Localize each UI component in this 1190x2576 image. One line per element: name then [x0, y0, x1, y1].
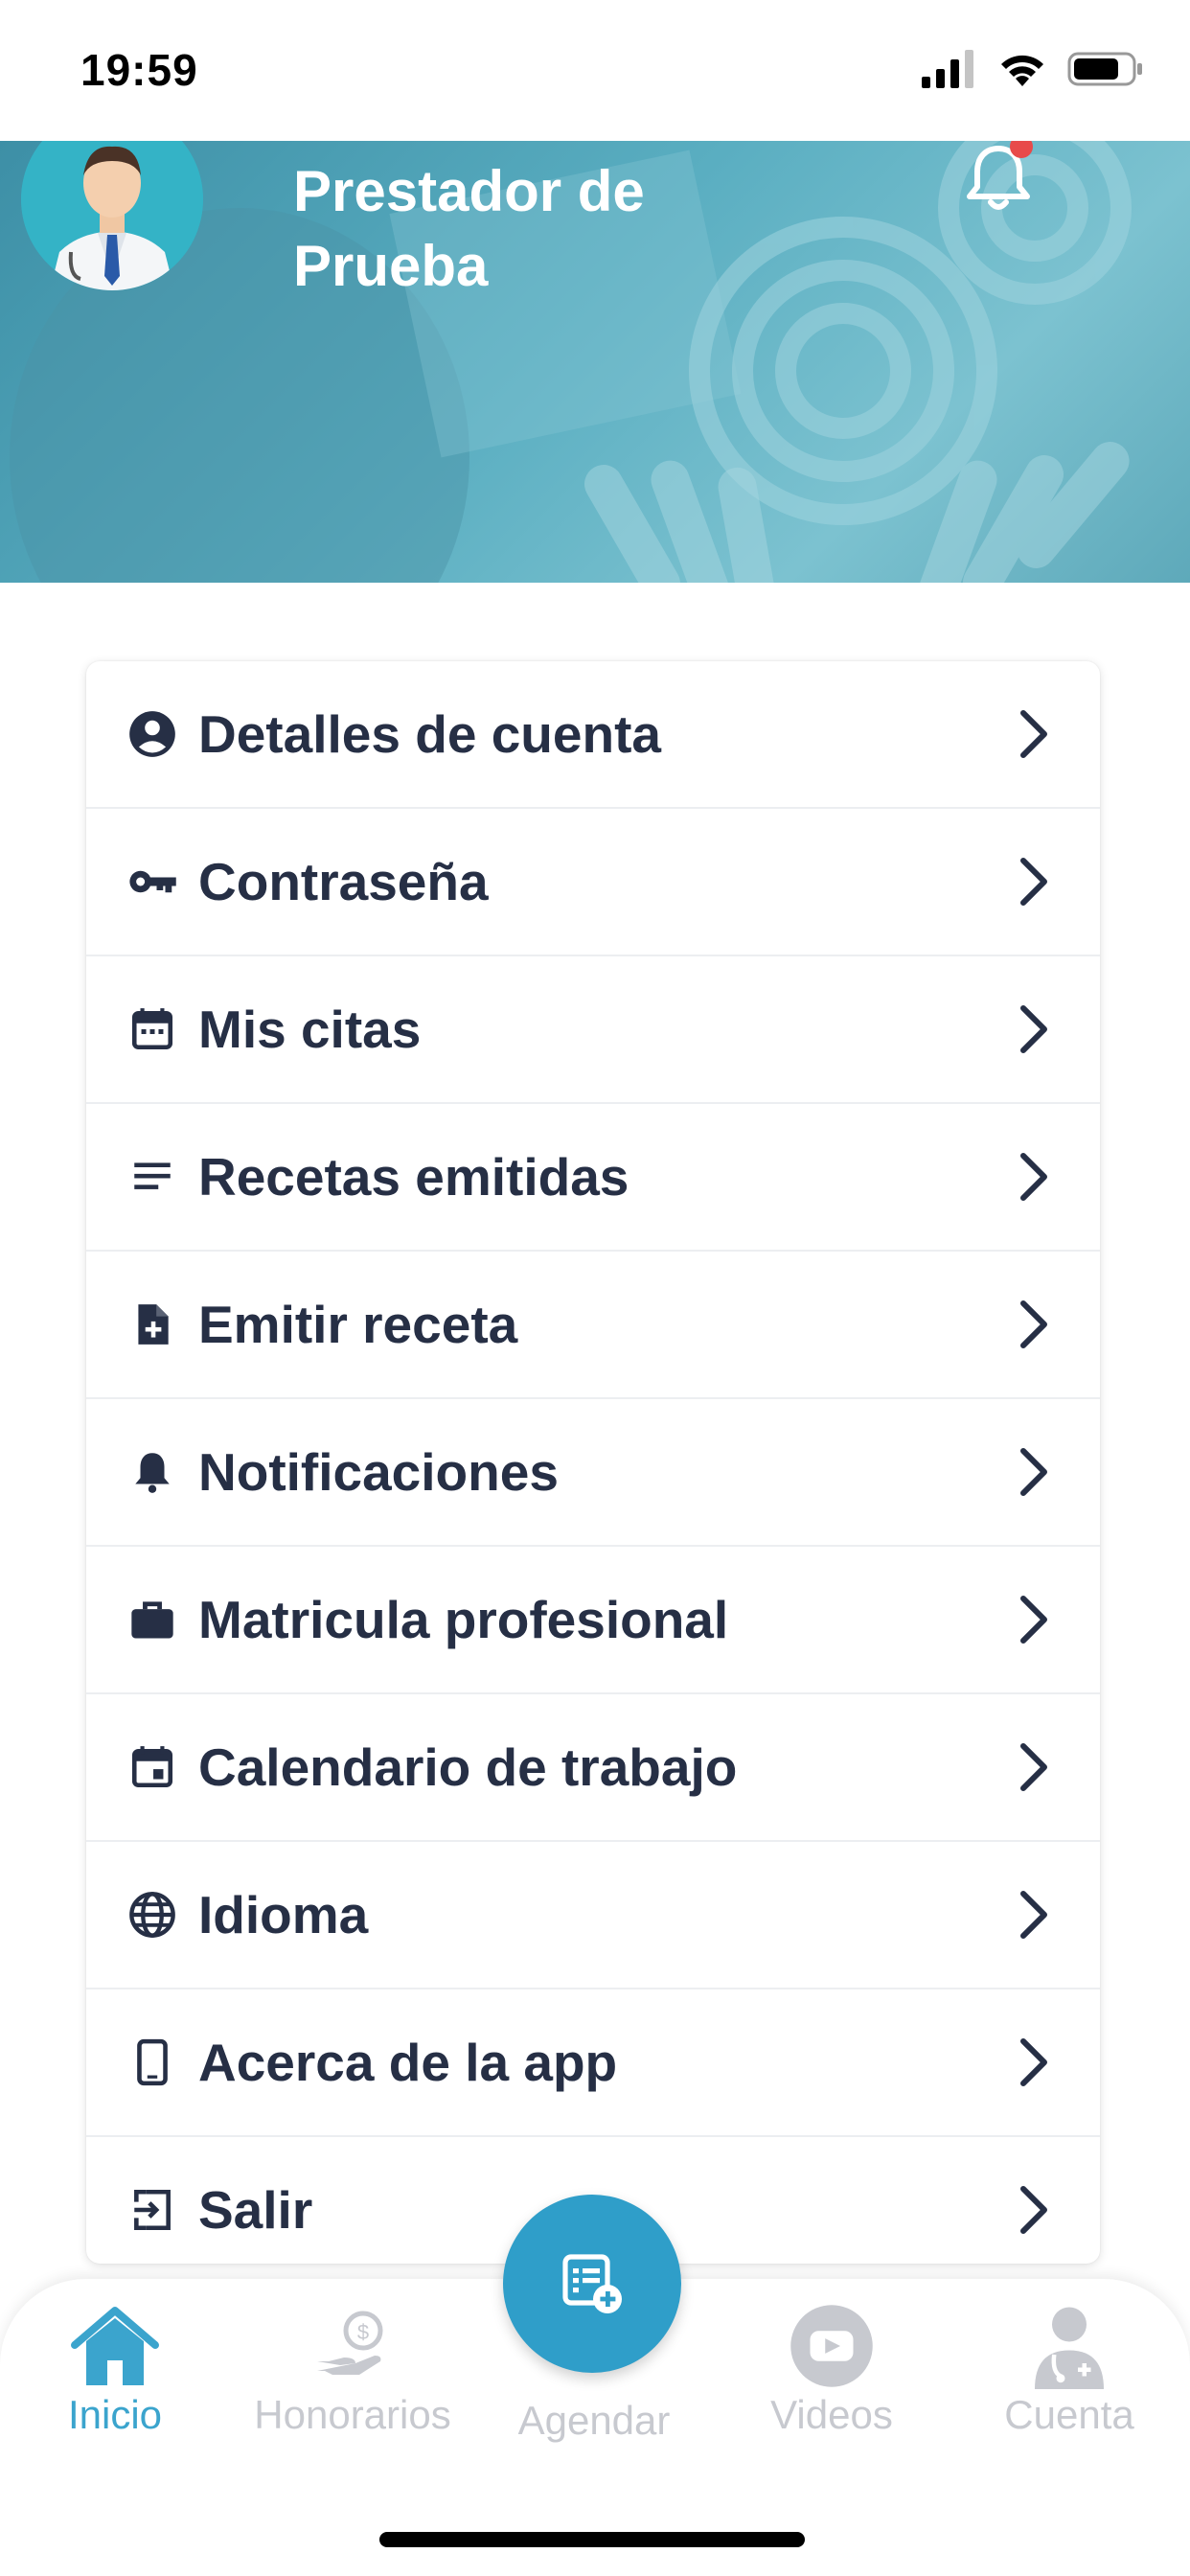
svg-text:$: $: [357, 2320, 369, 2344]
status-icons: [922, 50, 1144, 88]
wifi-icon: [1001, 55, 1043, 86]
schedule-add-icon: [562, 2254, 622, 2313]
chevron-right-icon: [1020, 858, 1047, 906]
nav-item-videos[interactable]: Videos: [717, 2279, 947, 2471]
menu-item-password[interactable]: Contraseña: [86, 809, 1100, 956]
home-indicator: [379, 2532, 805, 2547]
lines-icon: [126, 1151, 178, 1203]
briefcase-icon: [126, 1594, 178, 1645]
chevron-right-icon: [1020, 1300, 1047, 1348]
account-menu: Detalles de cuenta Contraseña Mis citas …: [86, 661, 1100, 2264]
key-icon: [126, 856, 178, 908]
menu-item-label: Idioma: [198, 1885, 369, 1944]
status-time: 19:59: [80, 45, 198, 95]
chevron-right-icon: [1020, 1448, 1047, 1496]
menu-item-issue-prescription[interactable]: Emitir receta: [86, 1252, 1100, 1399]
nav-item-home[interactable]: Inicio: [0, 2279, 230, 2471]
play-icon: [779, 2298, 884, 2394]
signal-icon: [922, 50, 973, 88]
chevron-right-icon: [1020, 1153, 1047, 1201]
schedule-fab-button[interactable]: [503, 2195, 681, 2373]
account-circle-icon: [126, 708, 178, 760]
chevron-right-icon: [1020, 1005, 1047, 1053]
battery-icon: [1067, 52, 1142, 86]
menu-item-notifications[interactable]: Notificaciones: [86, 1399, 1100, 1547]
menu-item-language[interactable]: Idioma: [86, 1842, 1100, 1990]
menu-item-professional-license[interactable]: Matricula profesional: [86, 1547, 1100, 1694]
nav-item-account[interactable]: Cuenta: [954, 2279, 1184, 2471]
menu-item-label: Detalles de cuenta: [198, 704, 661, 764]
menu-item-label: Contraseña: [198, 852, 489, 911]
chevron-right-icon: [1020, 2186, 1047, 2234]
home-icon: [62, 2298, 168, 2394]
menu-item-my-appointments[interactable]: Mis citas: [86, 956, 1100, 1104]
nav-label: Inicio: [67, 2392, 163, 2437]
logout-icon: [126, 2184, 178, 2236]
bell-outline-icon: [967, 141, 1033, 210]
nav-label: Honorarios: [254, 2392, 451, 2437]
calendar-dots-icon: [126, 1003, 178, 1055]
menu-item-label: Emitir receta: [198, 1295, 518, 1354]
menu-item-label: Calendario de trabajo: [198, 1737, 738, 1797]
user-name: Prestador de Prueba: [293, 159, 645, 298]
bell-icon: [126, 1446, 178, 1498]
status-bar: 19:59: [0, 0, 1190, 141]
nav-label: Videos: [770, 2392, 893, 2437]
file-add-icon: [126, 1299, 178, 1350]
menu-item-label: Acerca de la app: [198, 2033, 618, 2092]
menu-item-label: Recetas emitidas: [198, 1147, 629, 1207]
globe-icon: [126, 1889, 178, 1941]
chevron-right-icon: [1020, 2038, 1047, 2086]
menu-item-about-app[interactable]: Acerca de la app: [86, 1990, 1100, 2137]
menu-item-issued-prescriptions[interactable]: Recetas emitidas: [86, 1104, 1100, 1252]
chevron-right-icon: [1020, 710, 1047, 758]
nav-item-fees[interactable]: $ Honorarios: [238, 2279, 468, 2471]
menu-item-account-details[interactable]: Detalles de cuenta: [86, 661, 1100, 809]
nav-label: Cuenta: [1004, 2392, 1134, 2437]
nav-label: Agendar: [517, 2398, 671, 2443]
notifications-button[interactable]: [960, 141, 1037, 218]
calendar-event-icon: [126, 1741, 178, 1793]
menu-item-label: Notificaciones: [198, 1442, 559, 1502]
menu-item-work-calendar[interactable]: Calendario de trabajo: [86, 1694, 1100, 1842]
doctor-icon: [1017, 2298, 1122, 2394]
menu-item-label: Mis citas: [198, 1000, 422, 1059]
chevron-right-icon: [1020, 1891, 1047, 1939]
money-hand-icon: $: [300, 2298, 405, 2394]
chevron-right-icon: [1020, 1596, 1047, 1644]
phone-icon: [126, 2036, 178, 2088]
menu-item-label: Salir: [198, 2180, 313, 2240]
profile-header: Prestador de Prueba: [0, 141, 1190, 583]
chevron-right-icon: [1020, 1743, 1047, 1791]
menu-item-label: Matricula profesional: [198, 1590, 729, 1649]
